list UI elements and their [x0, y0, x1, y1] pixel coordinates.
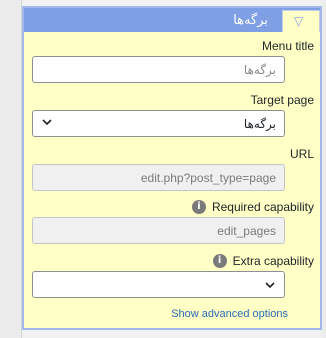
- target-page-label-text: Target page: [250, 93, 314, 107]
- target-page-select[interactable]: برگه‌ها: [32, 110, 285, 137]
- required-capability-label-text: Required capability: [211, 200, 314, 214]
- triangle-down-icon: ▽: [294, 14, 304, 28]
- menu-title-placeholder: برگه‌ها: [243, 63, 276, 77]
- url-value: edit.php?post_type=page: [140, 171, 276, 185]
- target-page-value: برگه‌ها: [243, 117, 276, 131]
- info-icon[interactable]: i: [191, 200, 206, 214]
- right-edge: [322, 0, 326, 338]
- menu-item-panel: برگه‌ها ▽ Menu title برگه‌ها Target page…: [22, 6, 322, 330]
- chevron-down-icon: [265, 282, 275, 289]
- info-icon[interactable]: i: [212, 254, 227, 268]
- target-page-label: Target page: [251, 93, 314, 107]
- extra-capability-select[interactable]: [32, 271, 285, 298]
- show-advanced-options-link[interactable]: Show advanced options: [171, 308, 288, 320]
- required-capability-value: edit_pages: [217, 224, 276, 238]
- extra-capability-label: i Extra capability: [212, 254, 314, 268]
- panel-title: برگه‌ها: [233, 12, 268, 27]
- toggle-button[interactable]: ▽: [282, 10, 320, 32]
- menu-title-input[interactable]: برگه‌ها: [32, 56, 285, 83]
- menu-title-label-text: Menu title: [261, 39, 314, 53]
- extra-capability-label-text: Extra capability: [232, 254, 314, 268]
- required-capability-input[interactable]: edit_pages: [32, 217, 285, 244]
- url-input[interactable]: edit.php?post_type=page: [32, 164, 285, 191]
- required-capability-label: i Required capability: [191, 200, 314, 214]
- menu-title-label: Menu title: [262, 39, 314, 53]
- panel-header[interactable]: برگه‌ها ▽: [24, 8, 320, 32]
- url-label-text: URL: [289, 147, 314, 161]
- left-column: [0, 0, 22, 338]
- url-label: URL: [290, 147, 314, 161]
- chevron-down-icon: [42, 119, 52, 126]
